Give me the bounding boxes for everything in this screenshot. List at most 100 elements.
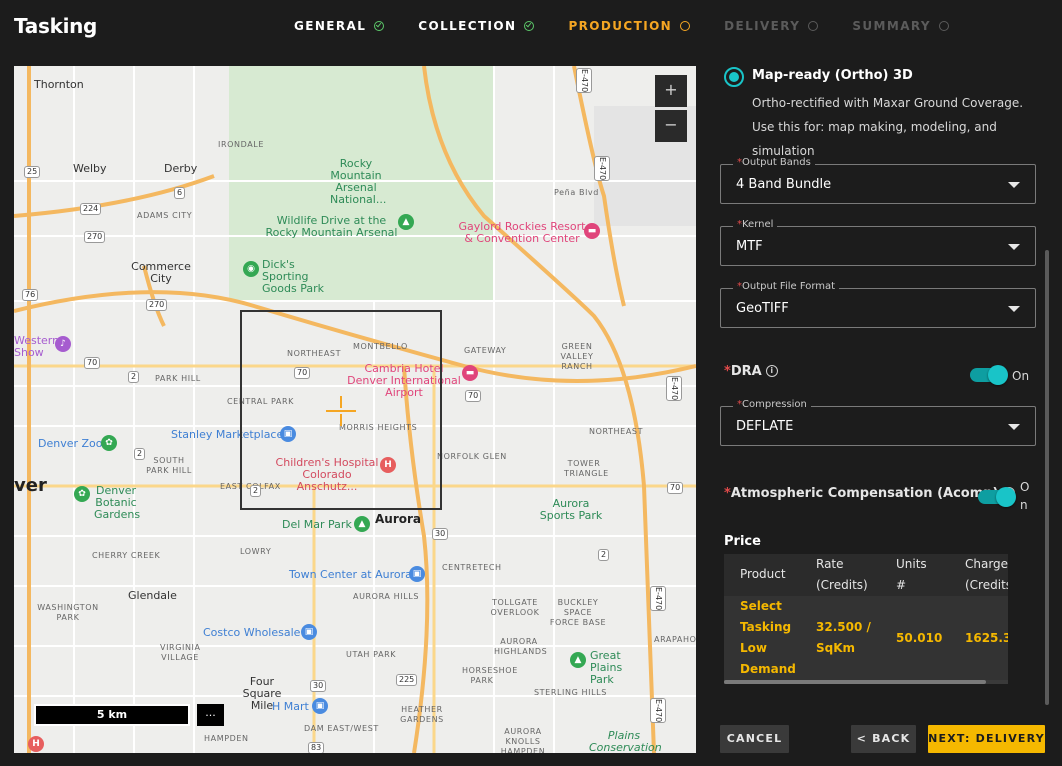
step-collection-label: COLLECTION bbox=[418, 19, 517, 33]
price-table-scrollbar[interactable] bbox=[724, 680, 1008, 684]
shopping-icon[interactable]: ▣ bbox=[409, 566, 425, 582]
app-title: Tasking bbox=[14, 14, 98, 38]
acomp-label: *Atmospheric Compensation (Acomp)i bbox=[724, 486, 1015, 501]
map-label-washington-park: WASHINGTON PARK bbox=[37, 603, 99, 622]
compression-value: DEFLATE bbox=[736, 419, 794, 434]
garden-icon[interactable]: ✿ bbox=[74, 486, 90, 502]
map-label-commerce-city: Commerce City bbox=[131, 260, 191, 285]
zoom-out-button[interactable]: − bbox=[655, 110, 687, 142]
highway-shield: 30 bbox=[310, 680, 327, 692]
dra-state: On bbox=[1012, 369, 1030, 383]
scale-options-button[interactable]: ... bbox=[197, 704, 224, 726]
header-product: Product bbox=[740, 567, 786, 581]
row-product: Select Tasking Low Demand bbox=[740, 599, 796, 676]
step-production[interactable]: PRODUCTION bbox=[568, 19, 691, 33]
top-bar: Tasking GENERAL COLLECTION PRODUCTION DE… bbox=[0, 0, 1062, 56]
next-delivery-button[interactable]: NEXT: DELIVERY bbox=[928, 725, 1045, 753]
panel-scrollbar[interactable] bbox=[1045, 250, 1049, 705]
output-bands-select[interactable]: *Output Bands 4 Band Bundle bbox=[720, 157, 1036, 204]
map-label-hampden: HAMPDEN bbox=[204, 734, 249, 743]
map-label-town-center: Town Center at Aurora bbox=[289, 568, 412, 581]
map-label-sterling-hills: STERLING HILLS bbox=[534, 688, 607, 697]
park-icon[interactable]: ▲ bbox=[398, 214, 414, 230]
dra-toggle[interactable] bbox=[970, 365, 1008, 385]
map-scale-bar: 5 km bbox=[34, 704, 190, 726]
kernel-value: MTF bbox=[736, 239, 763, 254]
output-file-format-value: GeoTIFF bbox=[736, 301, 789, 316]
map-label-buckley: BUCKLEY SPACE FORCE BASE bbox=[549, 598, 607, 627]
map-label-botanic: Denver Botanic Gardens bbox=[94, 484, 141, 521]
highway-shield: 30 bbox=[432, 528, 449, 540]
map-view[interactable]: Thornton Welby Derby ADAMS CITY Commerce… bbox=[14, 66, 696, 753]
map-label-thornton: Thornton bbox=[34, 78, 84, 91]
header-charge: Charge (Credits) bbox=[965, 557, 1008, 592]
row-units: 50.010 bbox=[896, 631, 943, 645]
park-icon[interactable]: ▲ bbox=[570, 652, 586, 668]
map-label-costco: Costco Wholesale bbox=[203, 626, 301, 639]
park-icon[interactable]: ▲ bbox=[354, 516, 370, 532]
hotel-icon[interactable]: ▬ bbox=[584, 223, 600, 239]
map-label-plains-conservation: Plains Conservation bbox=[589, 729, 662, 754]
output-file-format-select[interactable]: *Output File Format GeoTIFF bbox=[720, 281, 1036, 328]
product-description: Ortho-rectified with Maxar Ground Covera… bbox=[752, 96, 1024, 158]
map-label-tollgate: TOLLGATE OVERLOOK bbox=[490, 598, 540, 617]
header-units: Units # bbox=[896, 557, 927, 592]
map-label-dicks: Dick's Sporting Goods Park bbox=[262, 258, 324, 295]
highway-shield: 225 bbox=[396, 674, 418, 686]
map-label-cherry-creek: CHERRY CREEK bbox=[92, 551, 161, 560]
hospital-icon[interactable]: H bbox=[28, 736, 44, 752]
zoo-icon[interactable]: ✿ bbox=[101, 435, 117, 451]
map-label-irondale: IRONDALE bbox=[218, 140, 265, 149]
map-label-virginia-village: VIRGINIA VILLAGE bbox=[160, 643, 201, 662]
info-icon[interactable]: i bbox=[765, 365, 778, 377]
map-label-denver: ver bbox=[14, 475, 47, 496]
kernel-select[interactable]: *Kernel MTF bbox=[720, 219, 1036, 266]
step-collection[interactable]: COLLECTION bbox=[418, 19, 535, 33]
map-label-gateway: GATEWAY bbox=[464, 346, 507, 355]
product-radio[interactable] bbox=[724, 67, 744, 87]
map-label-dam-east: DAM EAST/WEST bbox=[304, 724, 379, 733]
highway-shield: 270 bbox=[146, 299, 168, 311]
map-label-aurora-highlands: AURORA HIGHLANDS bbox=[494, 637, 548, 656]
map-label-aurora-hills: AURORA HILLS bbox=[353, 592, 420, 601]
highway-shield: 2 bbox=[134, 448, 146, 460]
acomp-toggle[interactable] bbox=[978, 487, 1016, 507]
step-general-label: GENERAL bbox=[294, 19, 367, 33]
compression-select[interactable]: *Compression DEFLATE bbox=[720, 399, 1036, 446]
highway-shield: 270 bbox=[84, 231, 106, 243]
price-table-header: Product Rate (Credits) Units # Charge (C… bbox=[724, 554, 1008, 596]
shopping-icon[interactable]: ▣ bbox=[312, 698, 328, 714]
cancel-button[interactable]: CANCEL bbox=[720, 725, 789, 753]
check-circle-icon bbox=[374, 21, 385, 31]
map-label-del-mar: Del Mar Park bbox=[282, 518, 352, 531]
production-options-panel: Map-ready (Ortho) 3D Ortho-rectified wit… bbox=[710, 58, 1050, 718]
step-summary[interactable]: SUMMARY bbox=[852, 19, 949, 33]
step-delivery[interactable]: DELIVERY bbox=[724, 19, 819, 33]
highway-shield: E-470 bbox=[666, 376, 682, 402]
map-label-heather-gardens: HEATHER GARDENS bbox=[400, 705, 444, 724]
zoom-in-button[interactable]: + bbox=[655, 75, 687, 107]
output-file-format-label: Output File Format bbox=[742, 281, 836, 292]
step-general[interactable]: GENERAL bbox=[294, 19, 385, 33]
price-table: Product Rate (Credits) Units # Charge (C… bbox=[724, 554, 1008, 682]
map-label-glendale: Glendale bbox=[128, 589, 177, 602]
dra-label: *DRA i bbox=[724, 364, 778, 379]
map-label-aurora-sports: Aurora Sports Park bbox=[539, 497, 603, 522]
highway-shield: E-470 bbox=[594, 156, 610, 182]
highway-shield: E-470 bbox=[650, 586, 666, 612]
stadium-icon[interactable]: ◉ bbox=[243, 261, 259, 277]
step-delivery-label: DELIVERY bbox=[724, 19, 801, 33]
map-label-arapahoe: ARAPAHOE bbox=[654, 635, 696, 644]
circle-icon bbox=[680, 21, 691, 31]
highway-shield: 70 bbox=[465, 390, 482, 402]
shopping-icon[interactable]: ▣ bbox=[301, 624, 317, 640]
map-label-gaylord: Gaylord Rockies Resort & Convention Cent… bbox=[458, 220, 586, 245]
highway-shield: 25 bbox=[24, 166, 41, 178]
map-label-great-plains: Great Plains Park bbox=[590, 649, 623, 686]
event-icon[interactable]: ♪ bbox=[55, 336, 71, 352]
hotel-icon[interactable]: ▬ bbox=[462, 365, 478, 381]
row-rate: 32.500 / SqKm bbox=[816, 620, 871, 655]
map-label-rocky-mountain: Rocky Mountain Arsenal National... bbox=[330, 157, 387, 206]
step-production-label: PRODUCTION bbox=[568, 19, 673, 33]
back-button[interactable]: < BACK bbox=[851, 725, 916, 753]
